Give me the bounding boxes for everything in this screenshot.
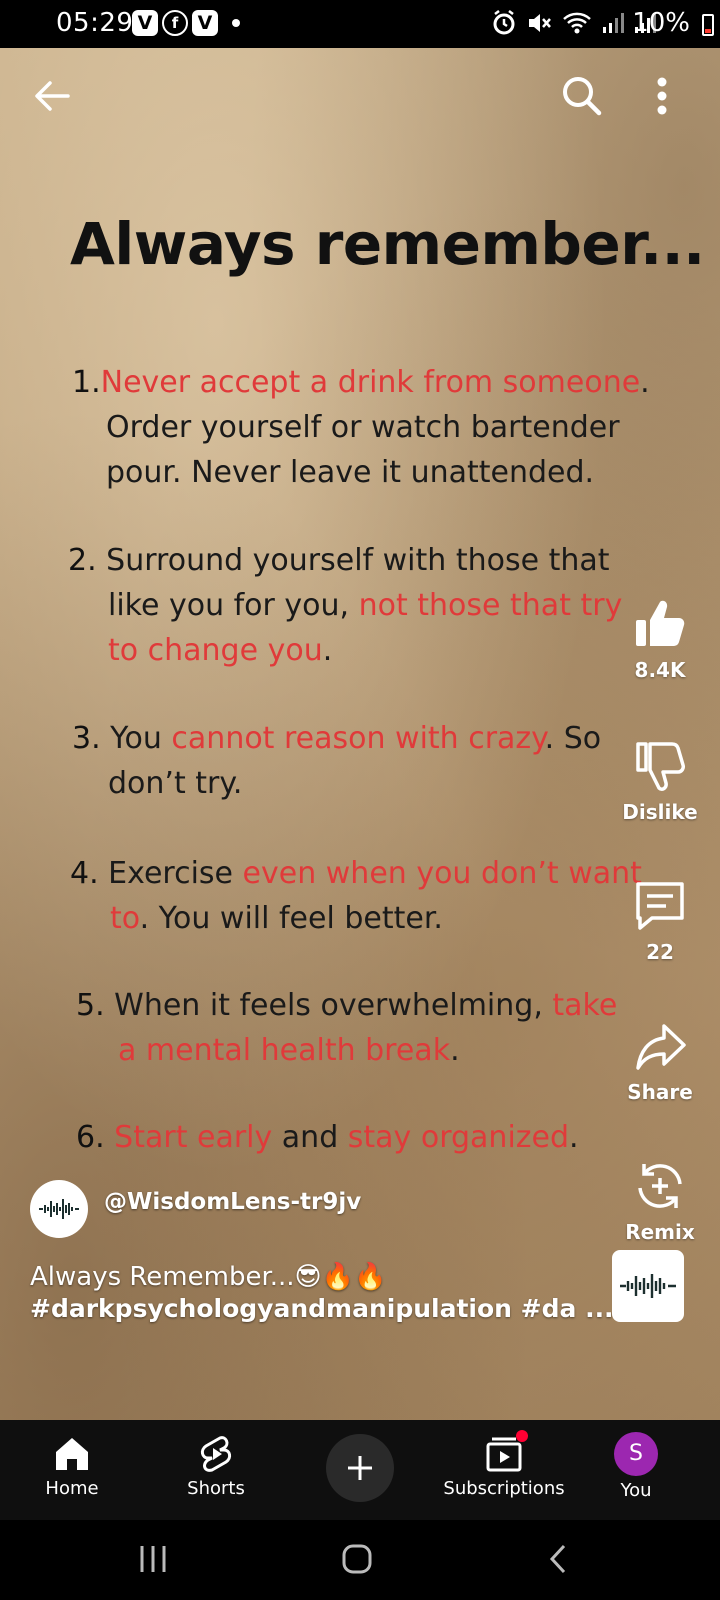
list-item: 6. Start early and stay organized. <box>76 1115 579 1160</box>
comment-count: 22 <box>646 940 674 964</box>
nav-home-label: Home <box>45 1478 99 1499</box>
home-icon <box>56 1438 88 1470</box>
item-text: and <box>272 1120 348 1155</box>
thumbs-down-icon <box>636 742 685 791</box>
item-number: 4. <box>70 856 99 891</box>
item-text: Order yourself or watch bartender <box>106 410 620 445</box>
nav-home[interactable]: Home <box>2 1420 142 1499</box>
sound-thumbnail[interactable] <box>612 1250 684 1322</box>
bottom-nav: Home Shorts Subscriptions S You <box>0 1420 720 1520</box>
more-notifications-dot <box>232 19 240 27</box>
item-number: 1. <box>72 365 101 400</box>
dislike-label: Dislike <box>622 800 698 824</box>
remix-button[interactable]: Remix <box>600 1158 720 1244</box>
item-highlight: cannot reason with crazy <box>171 721 545 756</box>
wifi-icon <box>563 12 591 34</box>
sound-wave-icon <box>620 1274 676 1298</box>
item-text: . <box>640 365 650 400</box>
item-text: . <box>569 1120 579 1155</box>
nav-shorts[interactable]: Shorts <box>146 1420 286 1499</box>
post-title: Always remember... <box>70 210 705 278</box>
plus-icon <box>348 1456 372 1480</box>
channel-avatar[interactable] <box>30 1180 88 1238</box>
video-hashtags[interactable]: #darkpsychologyandmanipulation #da ... <box>30 1294 614 1323</box>
more-vert-icon <box>657 77 667 115</box>
notification-dot <box>516 1430 528 1442</box>
share-icon <box>636 1024 686 1070</box>
remix-label: Remix <box>625 1220 695 1244</box>
thumbs-up-icon <box>636 600 685 646</box>
item-highlight: Start early <box>114 1120 273 1155</box>
share-label: Share <box>627 1080 693 1104</box>
nav-subscriptions-label: Subscriptions <box>443 1478 565 1499</box>
item-text: don’t try. <box>108 766 243 801</box>
item-number: 2. <box>68 543 97 578</box>
item-highlight: stay organized <box>347 1120 570 1155</box>
battery-percent: 10% <box>632 8 690 38</box>
list-item: 3. You cannot reason with crazy. So don’… <box>72 716 601 806</box>
item-highlight: a mental health break <box>118 1033 451 1068</box>
search-button[interactable] <box>558 72 606 120</box>
item-highlight: not those that try <box>358 588 623 623</box>
nav-you-label: You <box>620 1480 652 1501</box>
list-item: 5. When it feels overwhelming, take a me… <box>76 983 617 1073</box>
home-circle-icon[interactable] <box>340 1542 374 1576</box>
list-item: 2. Surround yourself with those that lik… <box>68 538 622 673</box>
item-number: 3. <box>72 721 101 756</box>
dislike-button[interactable]: Dislike <box>600 738 720 824</box>
more-options-button[interactable] <box>650 72 674 120</box>
system-nav-bar <box>0 1520 720 1600</box>
like-count: 8.4K <box>634 658 686 682</box>
shorts-icon <box>200 1436 232 1472</box>
mute-icon <box>529 14 551 32</box>
item-text: pour. Never leave it unattended. <box>106 455 595 490</box>
channel-handle[interactable]: @WisdomLens-tr9jv <box>104 1189 361 1215</box>
item-text: like you for you, <box>108 588 359 623</box>
list-item: 4. Exercise even when you don’t want to.… <box>70 851 642 941</box>
item-number: 5. <box>76 988 105 1023</box>
back-button[interactable] <box>28 72 76 120</box>
user-avatar: S <box>614 1432 658 1476</box>
item-text: . So <box>544 721 602 756</box>
like-button[interactable]: 8.4K <box>600 596 720 682</box>
signal-icon <box>603 13 624 33</box>
app-badge-v-2: V <box>192 10 218 36</box>
item-highlight: even when you don’t want <box>242 856 642 891</box>
item-text: Surround yourself with those that <box>106 543 610 578</box>
search-icon <box>563 77 602 116</box>
video-caption[interactable]: Always Remember...😎🔥🔥 <box>30 1262 386 1292</box>
alarm-icon <box>493 10 515 35</box>
status-time: 05:29 <box>56 8 134 38</box>
item-number: 6. <box>76 1120 105 1155</box>
facebook-badge-icon: f <box>162 10 188 36</box>
remix-icon <box>638 1164 682 1208</box>
item-text: . <box>450 1033 460 1068</box>
nav-subscriptions[interactable]: Subscriptions <box>434 1420 574 1499</box>
battery-icon <box>702 14 714 36</box>
back-arrow-icon <box>35 81 70 111</box>
status-bar: 05:29 V f V 10% <box>0 0 720 48</box>
item-highlight: to change you <box>108 633 323 668</box>
item-text: . <box>322 633 333 668</box>
app-badge-v: V <box>132 10 158 36</box>
list-item: 1.Never accept a drink from someone. Ord… <box>72 360 650 495</box>
nav-shorts-label: Shorts <box>187 1478 245 1499</box>
item-highlight: Never accept a drink from someone <box>100 365 641 400</box>
recents-icon[interactable] <box>136 1542 170 1576</box>
create-button[interactable] <box>326 1434 394 1502</box>
short-video-content[interactable]: Always remember... 1.Never accept a drin… <box>0 48 720 1420</box>
share-button[interactable]: Share <box>600 1018 720 1104</box>
comments-button[interactable]: 22 <box>600 878 720 964</box>
item-highlight: to <box>110 901 140 936</box>
nav-you[interactable]: S You <box>566 1420 706 1501</box>
item-text: Exercise <box>108 856 243 891</box>
item-text: When it feels overwhelming, <box>114 988 553 1023</box>
item-text: You <box>110 721 172 756</box>
item-text: . You will feel better. <box>139 901 443 936</box>
sound-wave-icon <box>39 1199 79 1219</box>
notification-badges: V f V <box>132 10 240 36</box>
comment-icon <box>636 882 684 930</box>
system-back-icon[interactable] <box>542 1542 576 1576</box>
